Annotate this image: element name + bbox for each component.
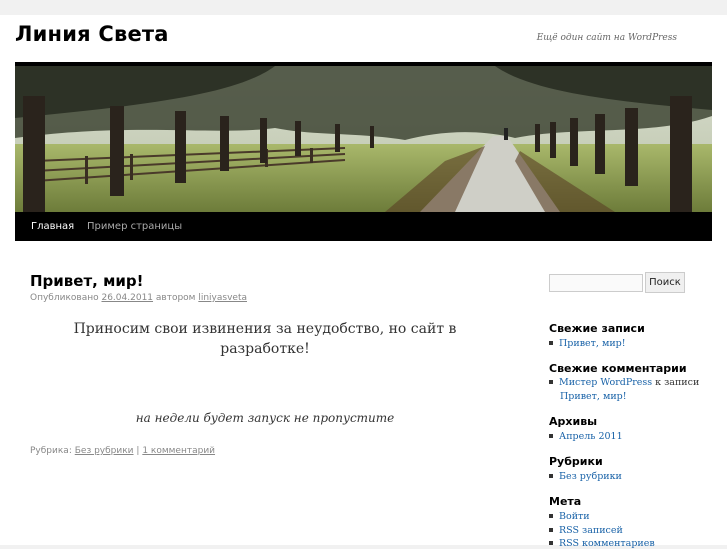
search-input[interactable] (549, 274, 643, 292)
comment-post-link[interactable]: Привет, мир! (560, 391, 627, 402)
bullet-icon (549, 379, 553, 384)
bullet-icon (549, 527, 553, 532)
author-prefix: автором (155, 293, 196, 303)
category-item: Без рубрики (549, 471, 622, 482)
widget-title-recent-comments: Свежие комментарии (549, 362, 687, 375)
widget-title-categories: Рубрики (549, 455, 603, 468)
post-category-link[interactable]: Без рубрики (75, 446, 134, 456)
widget-title-meta: Мета (549, 495, 582, 508)
meta-rss-comments-link[interactable]: RSS комментариев (559, 538, 655, 549)
bullet-icon (549, 473, 553, 478)
meta-item: Войти (549, 511, 590, 522)
recent-post-item: Привет, мир! (549, 338, 626, 349)
search-button[interactable]: Поиск (645, 272, 685, 293)
post-meta: Опубликовано 26.04.2011 автором liniyasv… (30, 293, 247, 303)
archive-item: Апрель 2011 (549, 431, 623, 442)
nav-item-home[interactable]: Главная (31, 221, 74, 232)
widget-title-archives: Архивы (549, 415, 598, 428)
comment-author-link[interactable]: Мистер WordPress (559, 377, 652, 388)
nav-item-sample-page[interactable]: Пример страницы (87, 221, 182, 232)
post-comments-link[interactable]: 1 комментарий (142, 446, 215, 456)
meta-prefix: Опубликовано (30, 293, 99, 303)
recent-comment-post: Привет, мир! (560, 391, 627, 402)
category-link[interactable]: Без рубрики (559, 471, 622, 482)
bullet-icon (549, 540, 553, 545)
archive-link[interactable]: Апрель 2011 (559, 431, 623, 442)
widget-title-recent-posts: Свежие записи (549, 322, 645, 335)
header-image (15, 66, 712, 212)
site-title[interactable]: Линия Света (15, 22, 169, 46)
meta-login-link[interactable]: Войти (559, 511, 590, 522)
post-footer: Рубрика: Без рубрики | 1 комментарий (30, 446, 215, 456)
site-description: Ещё один сайт на WordPress (536, 33, 677, 43)
comment-connector: к записи (655, 377, 700, 388)
meta-rss-posts-link[interactable]: RSS записей (559, 525, 623, 536)
post-author-link[interactable]: liniyasveta (198, 293, 247, 303)
bullet-icon (549, 433, 553, 438)
meta-item: RSS комментариев (549, 538, 655, 549)
recent-comment-item: Мистер WordPress к записи (549, 377, 699, 388)
post-body-apology: Приносим свои извинения за неудобство, н… (73, 321, 457, 357)
meta-item: RSS записей (549, 525, 623, 536)
post-date-link[interactable]: 26.04.2011 (101, 293, 153, 303)
recent-post-link[interactable]: Привет, мир! (559, 338, 626, 349)
footer-separator: | (136, 446, 140, 456)
post-title[interactable]: Привет, мир! (30, 272, 143, 290)
bullet-icon (549, 513, 553, 518)
bullet-icon (549, 340, 553, 345)
main-navigation: Главная Пример страницы (15, 212, 712, 241)
post-body-launch-note: на недели будет запуск не пропустите (135, 411, 395, 425)
category-prefix: Рубрика: (30, 446, 72, 456)
